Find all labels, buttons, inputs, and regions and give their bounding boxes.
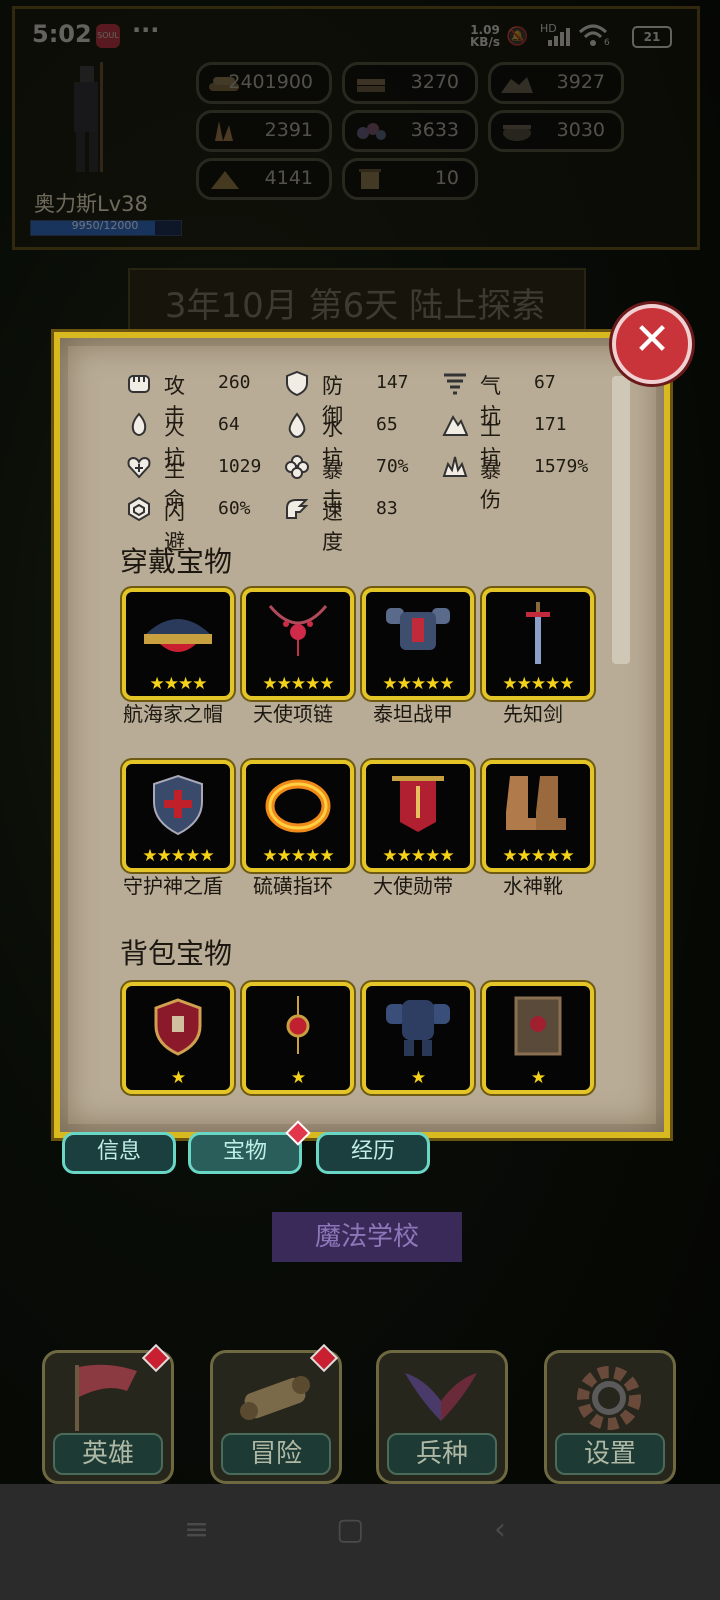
item-name: 守护神之盾 <box>123 874 223 898</box>
close-button[interactable]: ✕ <box>612 304 692 384</box>
item-name: 天使项链 <box>253 702 333 726</box>
bag-slot-3[interactable]: ★ <box>362 982 474 1094</box>
menu-icon[interactable]: ≡ <box>184 1512 209 1547</box>
home-icon[interactable]: ▢ <box>336 1512 364 1547</box>
bag-slot-2[interactable]: ★ <box>242 982 354 1094</box>
shield-icon <box>286 370 308 396</box>
flag-icon <box>75 1364 137 1431</box>
golem-armor-icon <box>386 1000 450 1056</box>
location-label[interactable]: 魔法学校 <box>272 1212 462 1262</box>
fire-icon <box>131 412 147 436</box>
pendant-icon <box>286 996 310 1054</box>
necklace-icon <box>268 605 328 656</box>
item-name: 硫磺指环 <box>253 874 333 898</box>
tome-icon <box>514 996 562 1056</box>
scrollbar[interactable] <box>612 376 630 664</box>
bag-slot-1[interactable]: ★ <box>122 982 234 1094</box>
close-icon: ✕ <box>633 314 671 365</box>
tornado-icon <box>444 373 466 395</box>
item-slot-angel-necklace[interactable]: ★★★★★ <box>242 588 354 700</box>
back-icon[interactable]: ‹ <box>494 1512 506 1547</box>
nav-settings[interactable]: 设置 <box>544 1350 676 1484</box>
gear-icon <box>577 1366 641 1430</box>
hat-icon <box>144 619 212 652</box>
water-drop-icon <box>288 412 306 438</box>
item-name: 先知剑 <box>503 702 563 726</box>
boots-icon <box>506 776 566 830</box>
map-scroll-icon <box>240 1376 310 1420</box>
wings-icon <box>405 1373 477 1421</box>
burst-icon <box>442 456 468 477</box>
item-name: 泰坦战甲 <box>373 702 453 726</box>
sword-icon <box>526 602 550 664</box>
item-name: 水神靴 <box>503 874 563 898</box>
tab-history[interactable]: 经历 <box>316 1132 430 1174</box>
item-slot-guardian-shield[interactable]: ★★★★★ <box>122 760 234 872</box>
shield-item-icon <box>153 774 203 836</box>
item-slot-titan-armor[interactable]: ★★★★★ <box>362 588 474 700</box>
heart-plus-icon <box>127 456 151 479</box>
item-slot-ambassador-sash[interactable]: ★★★★★ <box>362 760 474 872</box>
tab-info[interactable]: 信息 <box>62 1132 176 1174</box>
item-slot-navigator-hat[interactable]: ★★★★ <box>122 588 234 700</box>
clover-icon <box>285 455 309 479</box>
item-slot-water-boots[interactable]: ★★★★★ <box>482 760 594 872</box>
boot-wing-icon <box>286 499 309 519</box>
tab-treasure[interactable]: 宝物 <box>188 1132 302 1174</box>
crest-shield-icon <box>154 998 202 1056</box>
dodge-icon <box>128 496 150 522</box>
mountain-icon <box>442 414 468 436</box>
ring-icon <box>265 779 331 833</box>
item-name: 航海家之帽 <box>123 702 223 726</box>
bag-treasures-title: 背包宝物 <box>120 937 233 970</box>
item-slot-prophet-sword[interactable]: ★★★★★ <box>482 588 594 700</box>
item-slot-sulfur-ring[interactable]: ★★★★★ <box>242 760 354 872</box>
banner-sash-icon <box>392 776 444 832</box>
item-name: 大使勋带 <box>373 874 453 898</box>
nav-troops[interactable]: 兵种 <box>376 1350 508 1484</box>
armor-icon <box>386 608 450 650</box>
worn-treasures-title: 穿戴宝物 <box>120 545 233 578</box>
bag-slot-4[interactable]: ★ <box>482 982 594 1094</box>
fist-icon <box>128 375 150 393</box>
